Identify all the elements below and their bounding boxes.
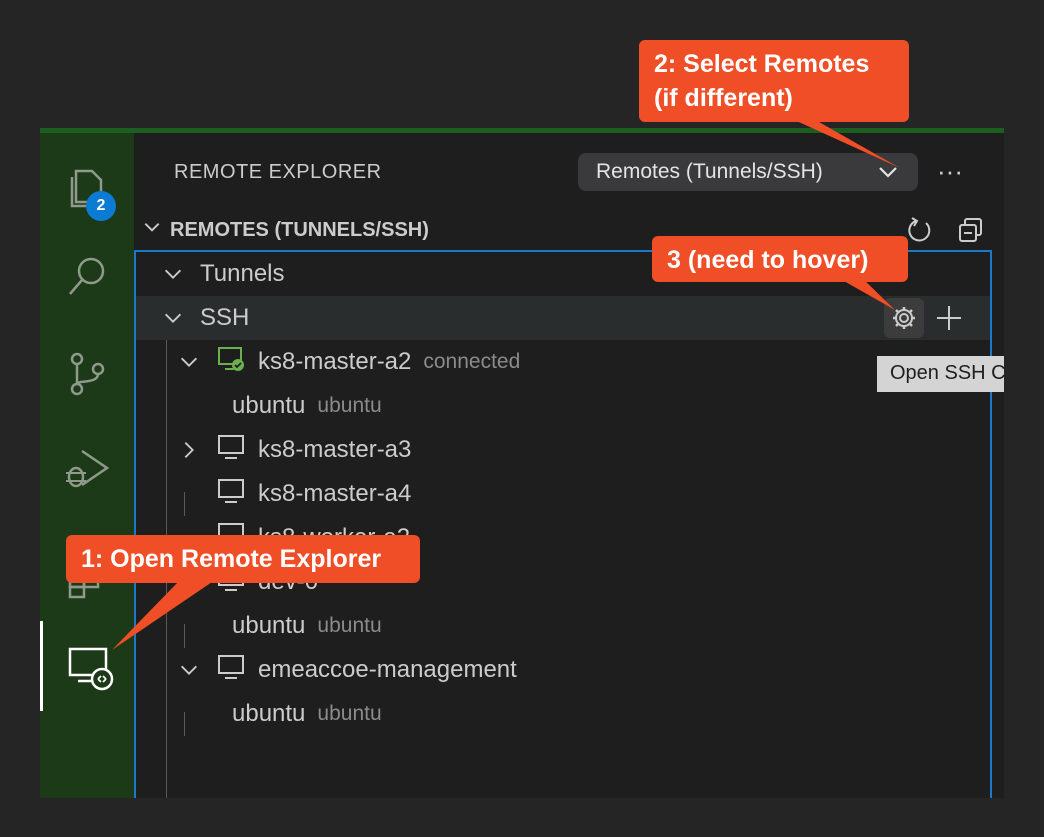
host-name: ks8-master-a4 — [258, 480, 412, 507]
monitor-icon — [216, 652, 246, 689]
remote-explorer-activity-button[interactable] — [40, 621, 134, 711]
tooltip: Open SSH Config File — [877, 356, 1004, 392]
tree-item-user[interactable]: ubuntu ubuntu — [136, 692, 990, 736]
source-control-icon — [70, 352, 105, 396]
open-ssh-config-button[interactable] — [884, 298, 924, 338]
user-desc: ubuntu — [317, 702, 382, 725]
user-name: ubuntu — [232, 392, 306, 419]
chevron-down-icon — [174, 347, 204, 377]
user-name: ubuntu — [232, 700, 306, 727]
monitor-icon — [216, 476, 246, 513]
user-name: ubuntu — [232, 612, 306, 639]
refresh-icon[interactable] — [904, 215, 934, 245]
remotes-dropdown[interactable]: Remotes (Tunnels/SSH) — [578, 153, 918, 191]
run-debug-icon — [66, 449, 110, 488]
section-actions — [904, 215, 986, 245]
callout-text: (if different) — [654, 83, 793, 112]
connected-host-icon — [216, 344, 246, 381]
run-debug-activity-button[interactable] — [40, 423, 134, 513]
explorer-activity-button[interactable]: 2 — [40, 141, 134, 231]
tree-item-host[interactable]: emeaccoe-management — [136, 648, 990, 692]
chevron-down-icon — [158, 259, 188, 289]
gear-icon — [893, 307, 915, 329]
remote-explorer-icon — [68, 647, 113, 691]
chevron-right-icon — [174, 435, 204, 465]
tree-item-user[interactable]: ubuntu ubuntu — [136, 384, 990, 428]
tree-item-user[interactable]: ubuntu ubuntu — [136, 604, 990, 648]
tunnels-label: Tunnels — [200, 260, 285, 287]
host-name: emeaccoe-management — [258, 656, 517, 683]
host-name: ks8-master-a2 — [258, 348, 412, 375]
user-desc: ubuntu — [317, 614, 382, 637]
callout-open-remote-explorer: 1: Open Remote Explorer — [66, 535, 420, 583]
callout-hover: 3 (need to hover) — [652, 236, 908, 282]
tree-item-host[interactable]: ks8-master-a3 — [136, 428, 990, 472]
add-icon[interactable] — [934, 303, 964, 333]
explorer-badge: 2 — [86, 191, 116, 221]
tree-item-host[interactable]: ks8-master-a2 connected — [136, 340, 990, 384]
chevron-down-icon — [142, 217, 170, 243]
chevron-down-icon — [158, 303, 188, 333]
search-activity-button[interactable] — [40, 231, 134, 321]
panel-title: REMOTE EXPLORER — [174, 161, 382, 183]
chevron-down-icon — [879, 167, 897, 178]
tree-item-ssh[interactable]: SSH — [136, 296, 990, 340]
collapse-all-icon[interactable] — [956, 215, 986, 245]
ssh-label: SSH — [200, 304, 250, 331]
vscode-window: 2 REMOTE EXPLORER Remotes (Tunnels/SSH) … — [40, 128, 1004, 798]
monitor-icon — [216, 432, 246, 469]
tree-item-host[interactable]: ks8-master-a4 — [136, 472, 990, 516]
callout-select-remotes: 2: Select Remotes (if different) — [639, 40, 909, 122]
remotes-tree: Tunnels SSH ks8-master-a2 connected ubun… — [134, 250, 992, 798]
dropdown-label: Remotes (Tunnels/SSH) — [596, 160, 823, 183]
source-control-activity-button[interactable] — [40, 329, 134, 419]
search-icon — [69, 257, 105, 295]
more-actions-button[interactable]: ··· — [932, 153, 968, 189]
host-name: ks8-master-a3 — [258, 436, 412, 463]
callout-text: 2: Select Remotes — [654, 50, 870, 78]
host-status: connected — [423, 350, 521, 373]
remote-explorer-panel: REMOTE EXPLORER Remotes (Tunnels/SSH) ··… — [134, 133, 1004, 798]
ssh-row-actions — [884, 298, 964, 338]
user-desc: ubuntu — [317, 394, 382, 417]
chevron-down-icon — [174, 655, 204, 685]
section-title: REMOTES (TUNNELS/SSH) — [170, 218, 429, 241]
activity-bar: 2 — [40, 133, 134, 798]
